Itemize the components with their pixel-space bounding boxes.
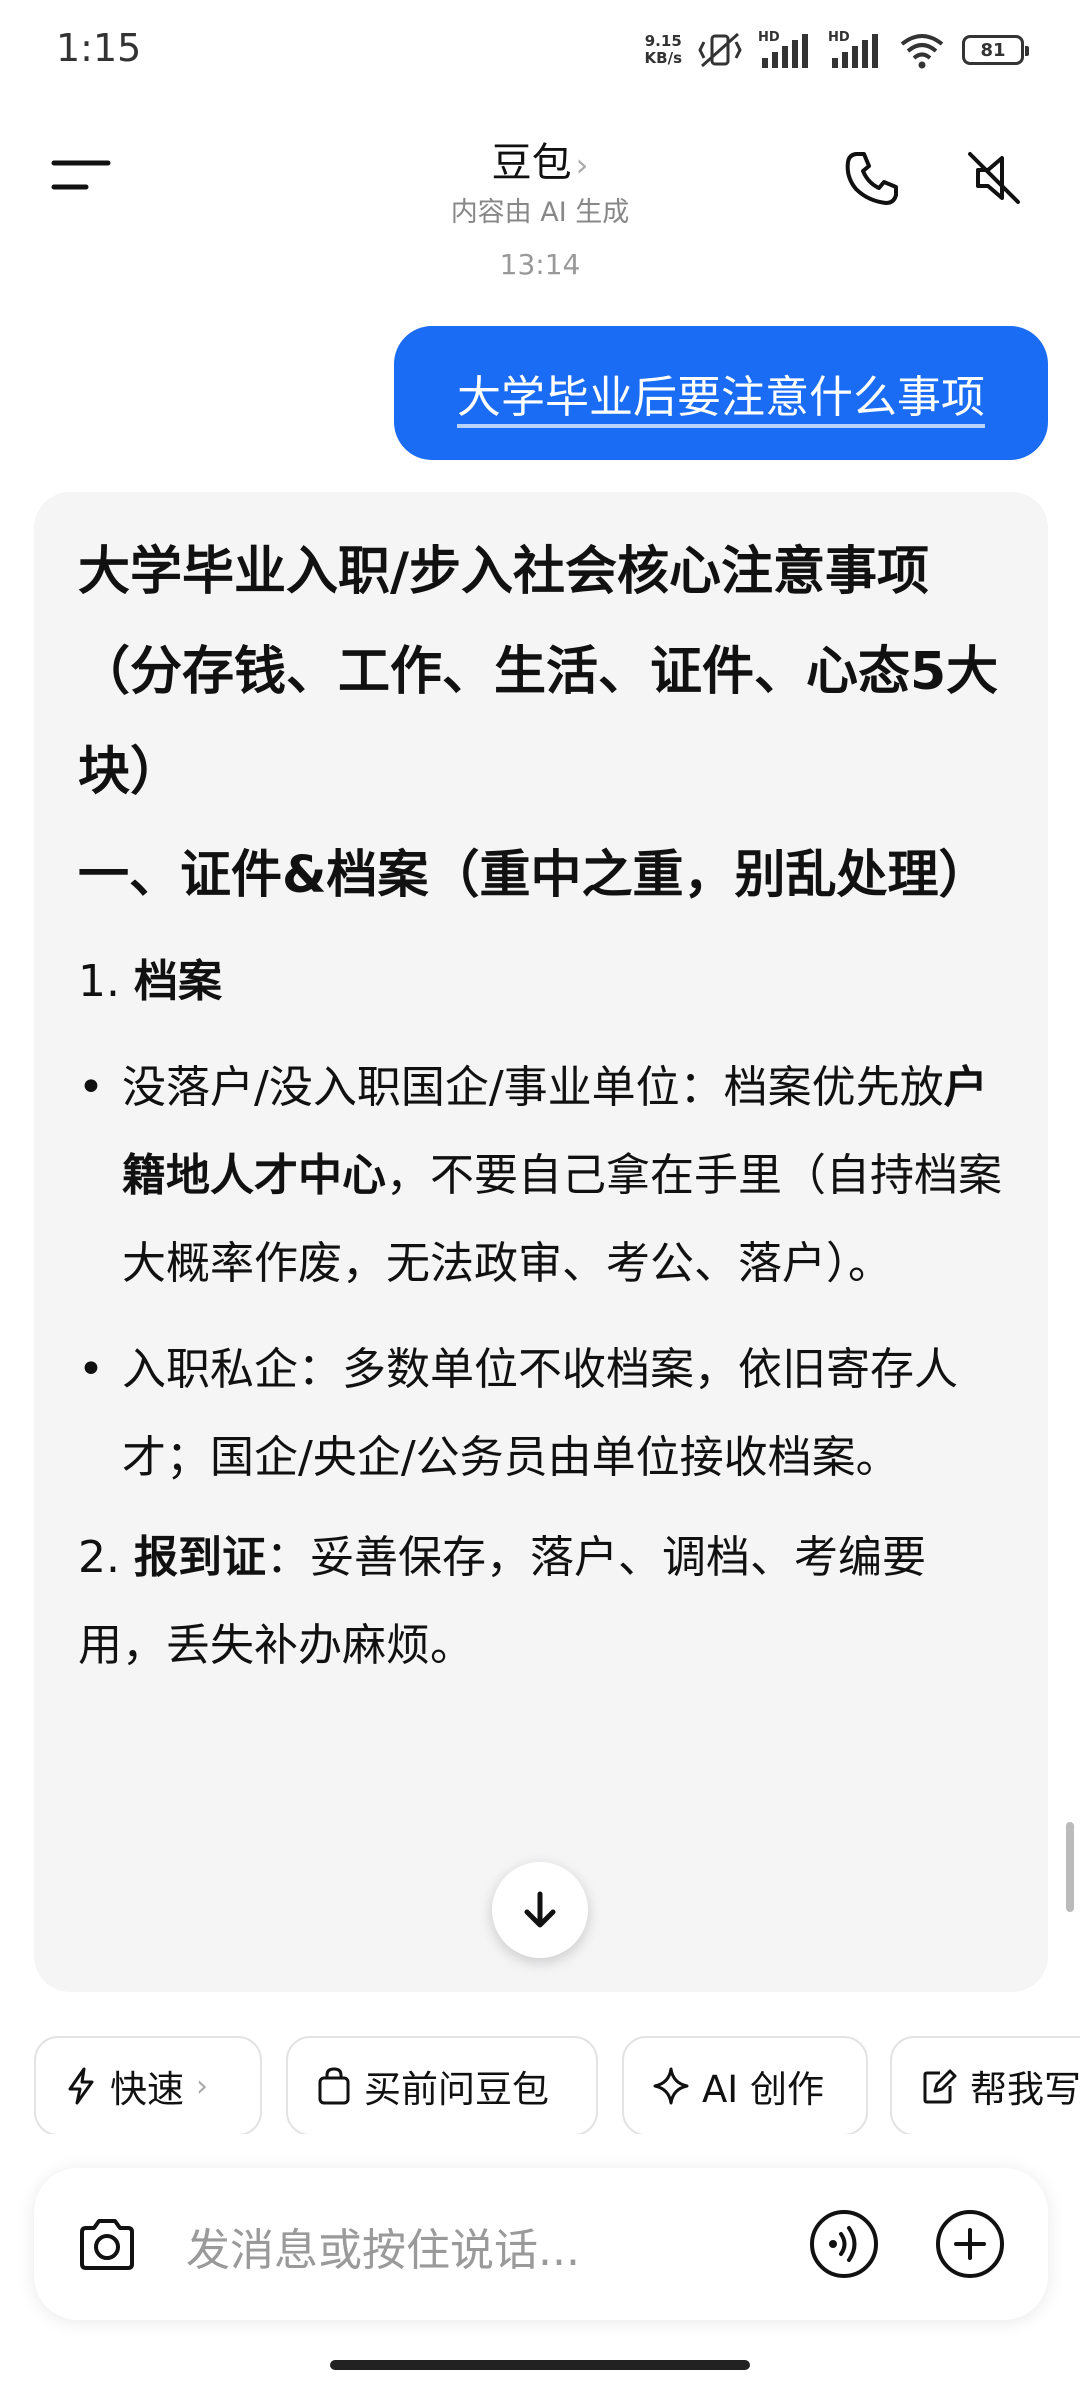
- cell-signal-2: HD: [828, 30, 882, 70]
- user-message-bubble[interactable]: 大学毕业后要注意什么事项: [394, 326, 1048, 460]
- home-indicator[interactable]: [330, 2360, 750, 2370]
- battery-icon: 81: [962, 35, 1029, 65]
- signal-icon: [762, 34, 808, 68]
- lightning-icon: [68, 2067, 94, 2105]
- quick-actions-row: 快速 › 买前问豆包 AI 创作 帮我写: [0, 2024, 1080, 2134]
- camera-icon[interactable]: [74, 2212, 140, 2278]
- answer-bullet: 没落户/没入职国企/事业单位：档案优先放户籍地人才中心，不要自己拿在手里（自持档…: [78, 1044, 1004, 1308]
- chevron-right-icon: ›: [575, 146, 589, 184]
- answer-title: 大学毕业入职/步入社会核心注意事项（分存钱、工作、生活、证件、心态5大块）: [78, 542, 999, 802]
- answer-bullet: 入职私企：多数单位不收档案，依旧寄存人才；国企/央企/公务员由单位接收档案。: [78, 1326, 1004, 1502]
- status-bar: 1:15 9.15 KB/s HD HD 81: [0, 0, 1080, 100]
- chevron-right-icon: ›: [196, 2068, 208, 2104]
- answer-section-heading: 一、证件&档案（重中之重，别乱处理）: [78, 846, 990, 905]
- assistant-answer-card: 大学毕业入职/步入社会核心注意事项（分存钱、工作、生活、证件、心态5大块） 一、…: [34, 492, 1048, 1992]
- edit-icon: [923, 2069, 957, 2104]
- chip-help-me-write[interactable]: 帮我写: [890, 2036, 1080, 2134]
- answer-list-item: 1. 档案: [78, 956, 222, 1007]
- vibrate-off-icon: [698, 32, 742, 68]
- answer-list-item: 2. 报到证：妥善保存，落户、调档、考编要用，丢失补办麻烦。: [78, 1532, 926, 1671]
- net-speed: 9.15 KB/s: [644, 32, 682, 67]
- chat-header: 豆包 › 内容由 AI 生成: [0, 100, 1080, 250]
- cell-signal-1: HD: [758, 30, 812, 70]
- user-message-text: 大学毕业后要注意什么事项: [457, 372, 985, 423]
- plus-icon[interactable]: [934, 2208, 1006, 2280]
- scrollbar-thumb[interactable]: [1066, 1822, 1074, 1912]
- signal-icon: [832, 34, 878, 68]
- status-icons: 9.15 KB/s HD HD 81: [644, 28, 1029, 72]
- message-input-bar: 发消息或按住说话...: [34, 2168, 1048, 2320]
- phone-icon[interactable]: [842, 148, 902, 208]
- bot-name: 豆包: [491, 140, 572, 186]
- screen: 1:15 9.15 KB/s HD HD 81 豆包 › 内容由 AI 生成 1…: [0, 0, 1080, 2400]
- speaker-muted-icon[interactable]: [964, 148, 1024, 208]
- message-timestamp: 13:14: [499, 248, 581, 281]
- message-input[interactable]: 发消息或按住说话...: [186, 2214, 580, 2278]
- scroll-to-bottom-button[interactable]: [492, 1862, 588, 1958]
- arrow-down-icon: [524, 1891, 556, 1928]
- chip-ai-create[interactable]: AI 创作: [622, 2036, 868, 2134]
- sparkle-icon: [653, 2067, 689, 2105]
- chip-quick-mode[interactable]: 快速 ›: [34, 2036, 262, 2134]
- ai-generated-notice: 内容由 AI 生成: [450, 197, 630, 228]
- shopping-bag-icon: [318, 2067, 350, 2105]
- bot-name-button[interactable]: 豆包 ›: [0, 130, 1080, 188]
- voice-call-icon[interactable]: [808, 2208, 880, 2280]
- wifi-icon: [900, 34, 944, 69]
- chip-ask-before-buy[interactable]: 买前问豆包: [286, 2036, 598, 2134]
- status-time: 1:15: [56, 26, 142, 70]
